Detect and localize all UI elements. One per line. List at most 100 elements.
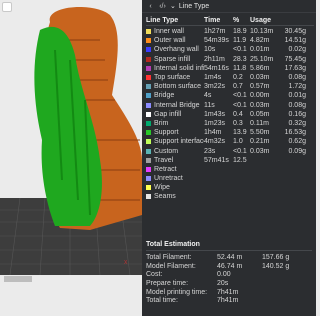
percent-cell: 13.9: [233, 129, 247, 137]
code-icon[interactable]: ‹/›: [158, 2, 167, 11]
view-type-select[interactable]: ⌄ Line Type: [170, 2, 312, 11]
percent-cell: 11.8: [233, 64, 247, 72]
table-row[interactable]: Unretract: [146, 174, 314, 183]
table-row[interactable]: Bridge 4s <0.1 0.00m 0.01g: [146, 91, 314, 100]
table-row[interactable]: Seams: [146, 192, 314, 201]
table-row[interactable]: Support interface 4m32s 1.0 0.21m 0.62g: [146, 137, 314, 146]
color-swatch[interactable]: [146, 84, 151, 90]
percent-cell: <0.1: [233, 147, 247, 155]
estimation-label: Total Filament:: [146, 253, 192, 261]
line-type-label: Travel: [154, 156, 174, 164]
table-row[interactable]: Sparse infill 2h11m 28.3 25.10m 75.45g: [146, 55, 314, 64]
col-header-usage: Usage: [250, 16, 272, 24]
line-type-cell: Outer wall: [146, 36, 204, 45]
table-row[interactable]: Bottom surface 3m22s 0.7 0.57m 1.72g: [146, 82, 314, 91]
time-cell: 1m23s: [204, 119, 226, 127]
color-swatch[interactable]: [146, 194, 151, 200]
time-cell: 2h11m: [204, 55, 225, 63]
line-type-label: Bridge: [154, 92, 175, 100]
table-row[interactable]: Travel 57m41s 12.5: [146, 156, 314, 165]
line-type-cell: Overhang wall: [146, 45, 204, 54]
color-swatch[interactable]: [146, 176, 151, 182]
weight-cell: 0.09g: [288, 147, 306, 155]
estimation-label: Model printing time:: [146, 288, 208, 296]
percent-cell: 0.2: [233, 74, 243, 82]
percent-cell: 0.3: [233, 119, 243, 127]
line-type-cell: Bridge: [146, 91, 204, 100]
line-type-cell: Inner wall: [146, 27, 204, 36]
table-row[interactable]: Internal solid infill 54m16s 11.8 5.86m 17.6…: [146, 64, 314, 73]
table-row[interactable]: Retract: [146, 165, 314, 174]
model-preview-canvas[interactable]: X: [0, 0, 142, 316]
color-swatch[interactable]: [146, 93, 151, 99]
legend-panel: ‹ ‹/› ⌄ Line Type Line Type Time % Usage…: [142, 0, 316, 316]
color-swatch[interactable]: [146, 130, 151, 136]
color-swatch[interactable]: [146, 65, 151, 71]
color-swatch[interactable]: [146, 29, 151, 35]
table-row[interactable]: Top surface 1m4s 0.2 0.03m 0.08g: [146, 73, 314, 82]
line-type-label: Internal Bridge: [154, 101, 200, 109]
line-type-label: Overhang wall: [154, 46, 199, 54]
color-swatch[interactable]: [146, 139, 151, 145]
table-row[interactable]: Outer wall 54m39s 11.9 4.82m 14.51g: [146, 36, 314, 45]
table-row[interactable]: Gap infill 1m43s 0.4 0.05m 0.16g: [146, 110, 314, 119]
plate-label-tab: [4, 276, 32, 282]
table-row[interactable]: Overhang wall 10s <0.1 0.01m 0.02g: [146, 45, 314, 54]
time-cell: 10s: [204, 46, 216, 54]
panel-header: ‹ ‹/› ⌄ Line Type: [142, 0, 316, 13]
estimation-label: Prepare time:: [146, 279, 189, 287]
chevron-left-icon[interactable]: ‹: [146, 2, 155, 11]
line-type-cell: Internal solid infill: [146, 64, 204, 73]
time-cell: 23s: [204, 147, 216, 155]
percent-cell: 11.9: [233, 37, 247, 45]
table-row[interactable]: Inner wall 1h27m 18.9 10.13m 30.45g: [146, 27, 314, 36]
chevron-down-icon: ⌄: [170, 2, 176, 10]
color-swatch[interactable]: [146, 47, 151, 53]
percent-cell: 18.9: [233, 28, 247, 36]
line-type-cell: Custom: [146, 147, 204, 156]
color-swatch[interactable]: [146, 102, 151, 108]
length-cell: 0.03m: [250, 101, 270, 109]
estimation-label: Model Filament:: [146, 262, 196, 270]
weight-cell: 0.32g: [288, 119, 306, 127]
color-swatch[interactable]: [146, 38, 151, 44]
length-cell: 0.03m: [250, 147, 270, 155]
table-row[interactable]: Support 1h4m 13.9 5.50m 16.53g: [146, 128, 314, 137]
line-type-cell: Bottom surface: [146, 82, 204, 91]
color-swatch[interactable]: [146, 157, 151, 163]
line-type-cell: Unretract: [146, 174, 204, 183]
table-row[interactable]: Brim 1m23s 0.3 0.11m 0.32g: [146, 119, 314, 128]
line-type-label: Custom: [154, 147, 179, 155]
color-swatch[interactable]: [146, 56, 151, 62]
color-swatch[interactable]: [146, 120, 151, 126]
length-cell: 25.10m: [250, 55, 274, 63]
color-swatch[interactable]: [146, 75, 151, 81]
table-row[interactable]: Internal Bridge 11s <0.1 0.03m 0.08g: [146, 101, 314, 110]
percent-cell: <0.1: [233, 46, 247, 54]
table-row[interactable]: Custom 23s <0.1 0.03m 0.09g: [146, 146, 314, 155]
line-type-label: Retract: [154, 165, 177, 173]
percent-cell: 28.3: [233, 55, 247, 63]
estimation-value: 0.00: [217, 271, 231, 279]
color-swatch[interactable]: [146, 166, 151, 172]
percent-cell: 1.0: [233, 138, 243, 146]
view-icon[interactable]: [2, 2, 12, 12]
length-cell: 0.05m: [250, 110, 270, 118]
time-cell: 1m43s: [204, 110, 226, 118]
estimation-value: 46.74 m: [217, 262, 243, 270]
time-cell: 1m4s: [204, 74, 222, 82]
line-type-cell: Sparse infill: [146, 55, 204, 64]
weight-cell: 14.51g: [284, 37, 306, 45]
color-swatch[interactable]: [146, 111, 151, 117]
color-swatch[interactable]: [146, 148, 151, 154]
color-swatch[interactable]: [146, 185, 151, 191]
estimation-divider: [146, 250, 312, 251]
weight-cell: 17.63g: [284, 64, 306, 72]
time-cell: 4m32s: [204, 138, 226, 146]
table-row[interactable]: Wipe: [146, 183, 314, 192]
line-type-label: Brim: [154, 119, 169, 127]
line-type-cell: Top surface: [146, 73, 204, 82]
length-cell: 4.82m: [250, 37, 270, 45]
length-cell: 0.00m: [250, 92, 270, 100]
weight-cell: 1.72g: [288, 83, 306, 91]
